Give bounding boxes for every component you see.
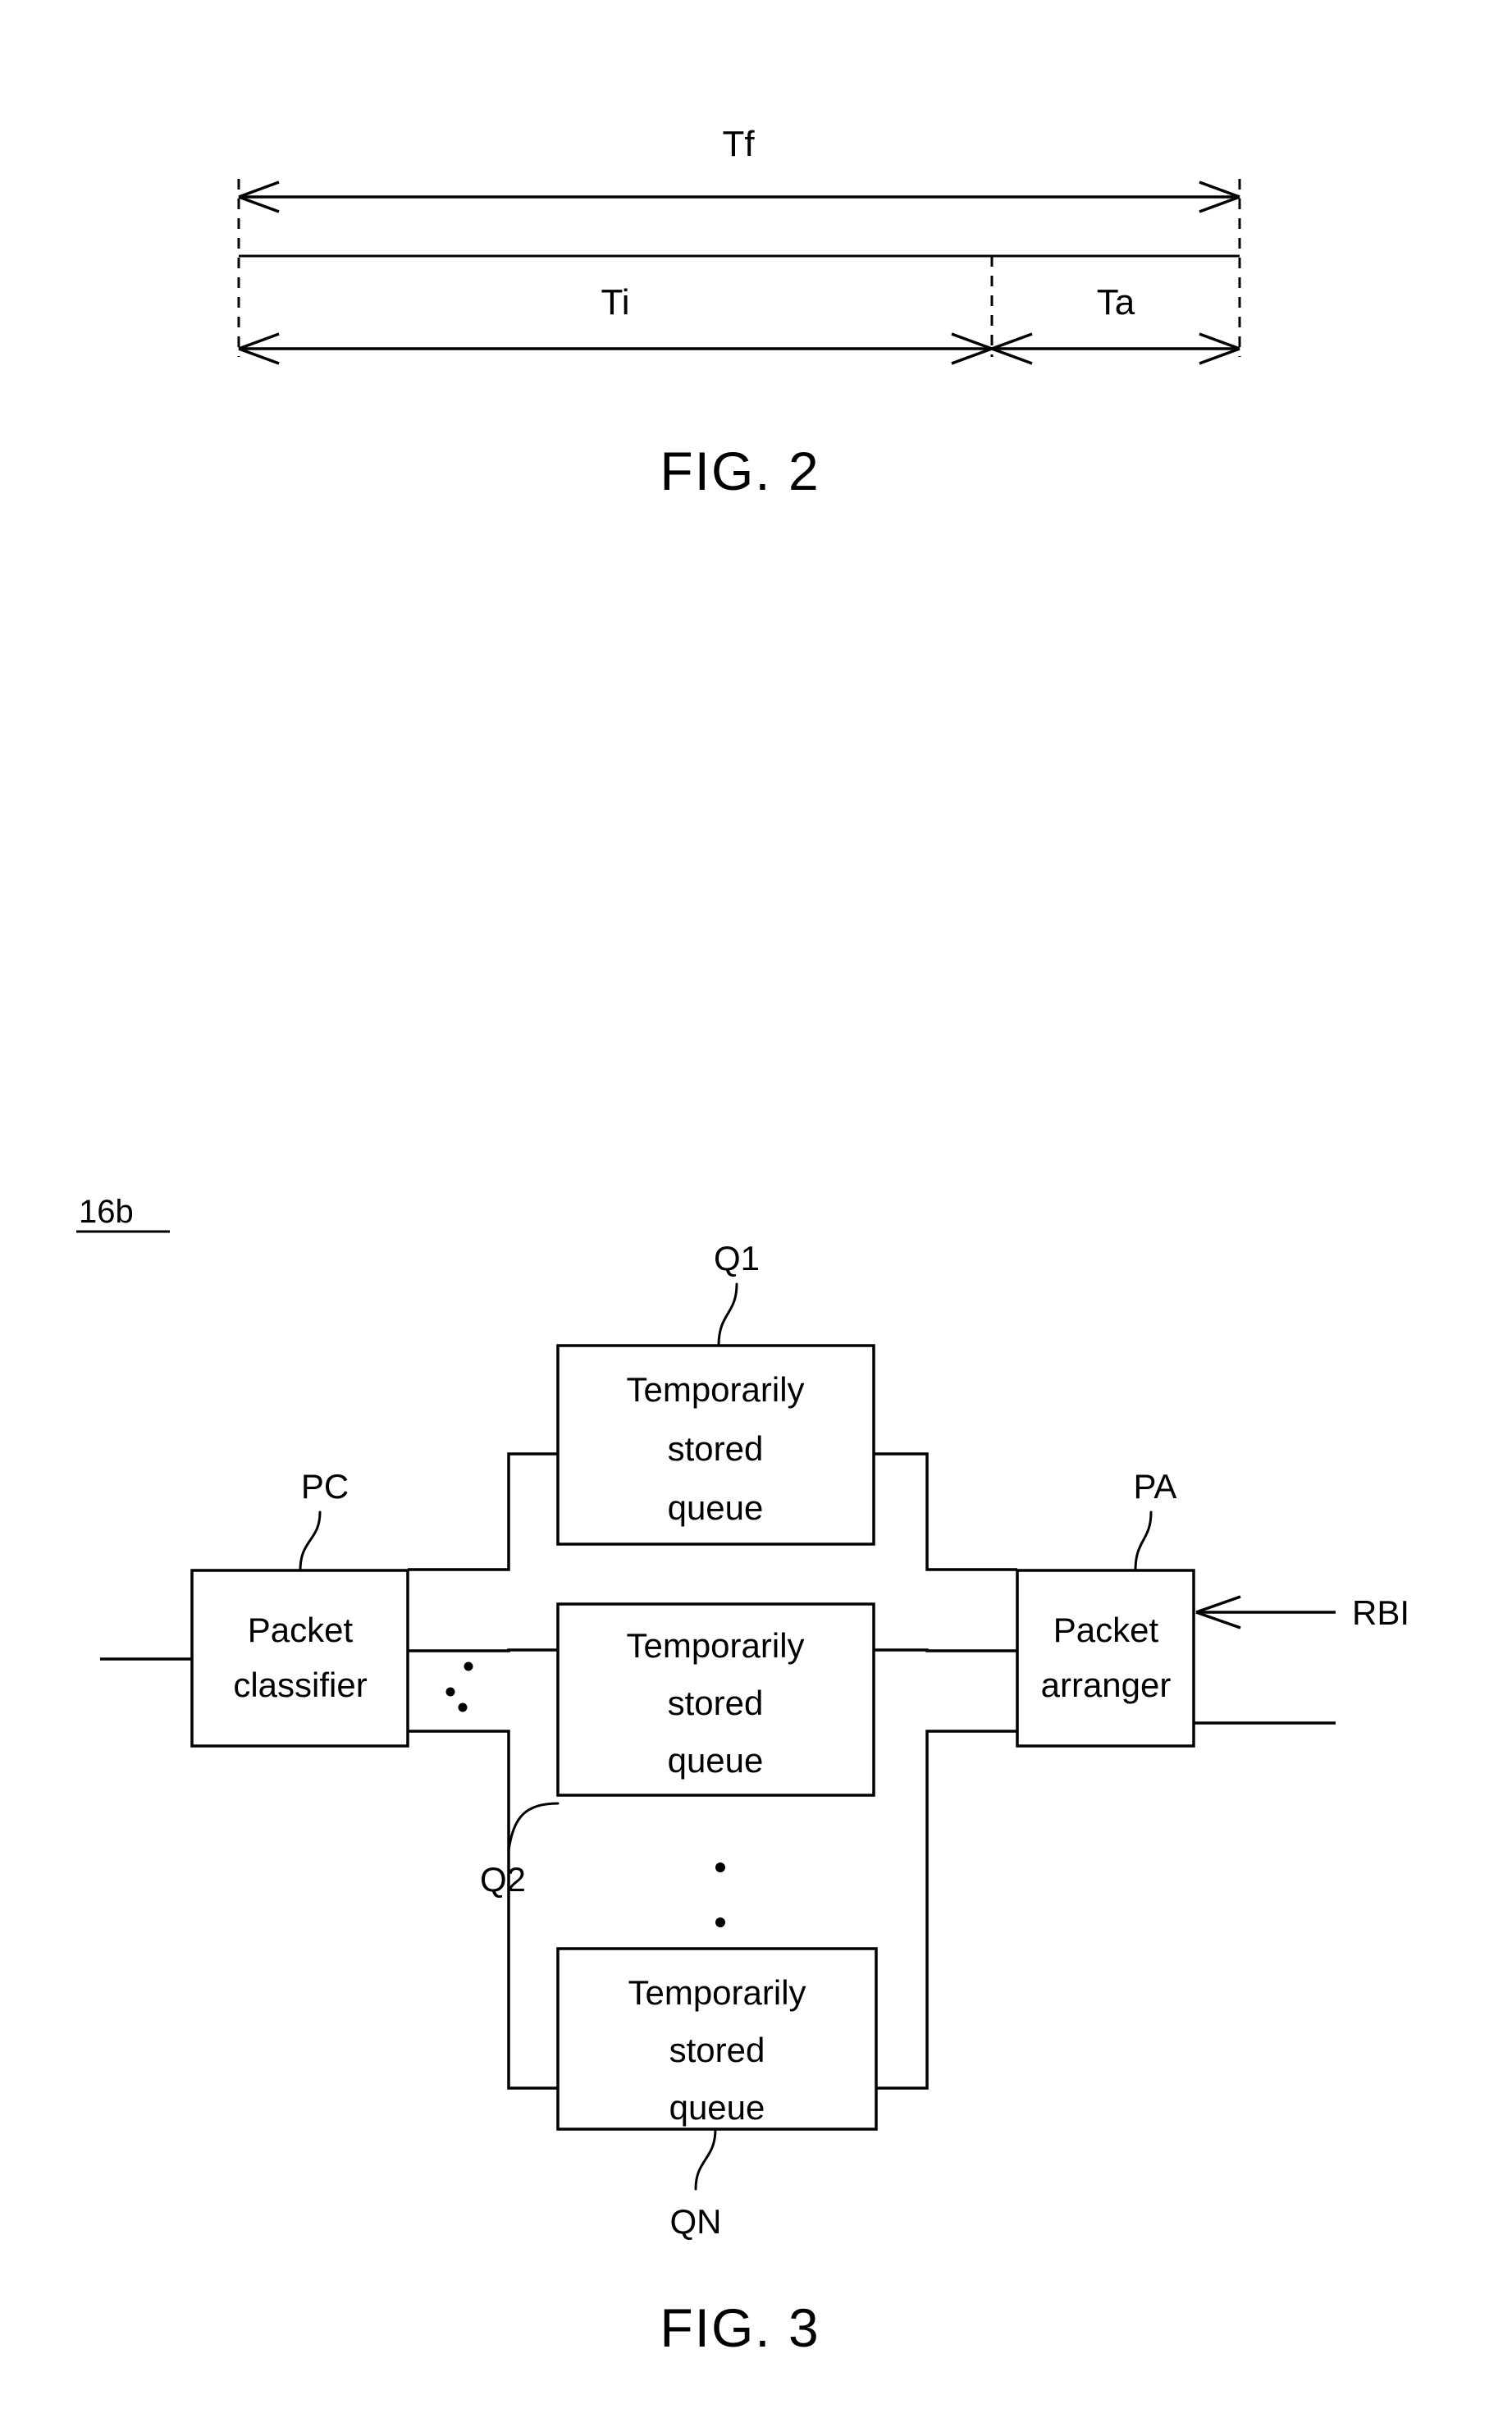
queue-q1-label-line1: Temporarily <box>626 1370 804 1409</box>
qn-leader-line <box>694 2128 717 2191</box>
queue-qn-label-line1: Temporarily <box>628 1973 806 2012</box>
patent-figure-sheet: Tf Ti Ta FIG. 2 16b RBI Packet classifie… <box>0 0 1512 2436</box>
pc-leader-line <box>299 1511 322 1572</box>
figure3-q2-label: Q2 <box>480 1860 526 1899</box>
queue-q2-label-line3: queue <box>668 1741 764 1780</box>
packet-arranger-box[interactable] <box>1016 1569 1195 1748</box>
q1-leader-line <box>717 1282 738 1347</box>
figure3-qn-label: QN <box>670 2202 722 2241</box>
wire-pc-to-qn <box>408 1730 558 2090</box>
packet-classifier-label-line1: Packet <box>248 1611 354 1649</box>
wire-q1-to-pa <box>874 1452 1017 1571</box>
q2-leader-line <box>507 1802 560 1852</box>
vertical-ellipsis <box>715 1862 725 1927</box>
packet-classifier-box[interactable] <box>190 1569 409 1748</box>
figure3-rbi-label: RBI <box>1352 1593 1409 1632</box>
figure3-assembly-ref: 16b <box>79 1194 134 1230</box>
pa-leader-line <box>1134 1511 1153 1572</box>
wire-qn-to-pa <box>876 1730 1017 2090</box>
packet-arranger-label-line1: Packet <box>1053 1611 1159 1649</box>
queue-q2-label-line2: stored <box>668 1684 764 1722</box>
wire-pc-to-q1 <box>408 1452 558 1571</box>
queue-qn-label-line2: stored <box>669 2031 765 2069</box>
figure3-pa-label: PA <box>1134 1467 1177 1506</box>
queue-q1-label-line2: stored <box>668 1429 764 1468</box>
queue-qn-label-line3: queue <box>669 2088 765 2127</box>
figure3-q1-label: Q1 <box>714 1239 760 1277</box>
diagonal-ellipsis <box>445 1661 473 1712</box>
wire-rbi-to-pa <box>1195 1595 1336 1629</box>
figure3-pc-label: PC <box>301 1467 349 1506</box>
packet-classifier-label-line2: classifier <box>233 1666 367 1704</box>
wire-pc-to-q2 <box>408 1648 558 1652</box>
figure-3: 16b RBI Packet classifier PC Packet arra… <box>76 1194 1409 2358</box>
queue-q1-label-line3: queue <box>668 1488 764 1527</box>
packet-arranger-label-line2: arranger <box>1041 1666 1172 1704</box>
wire-q2-to-pa <box>874 1648 1017 1652</box>
figure3-caption: FIG. 3 <box>660 2297 820 2358</box>
queue-q2-label-line1: Temporarily <box>626 1626 804 1665</box>
